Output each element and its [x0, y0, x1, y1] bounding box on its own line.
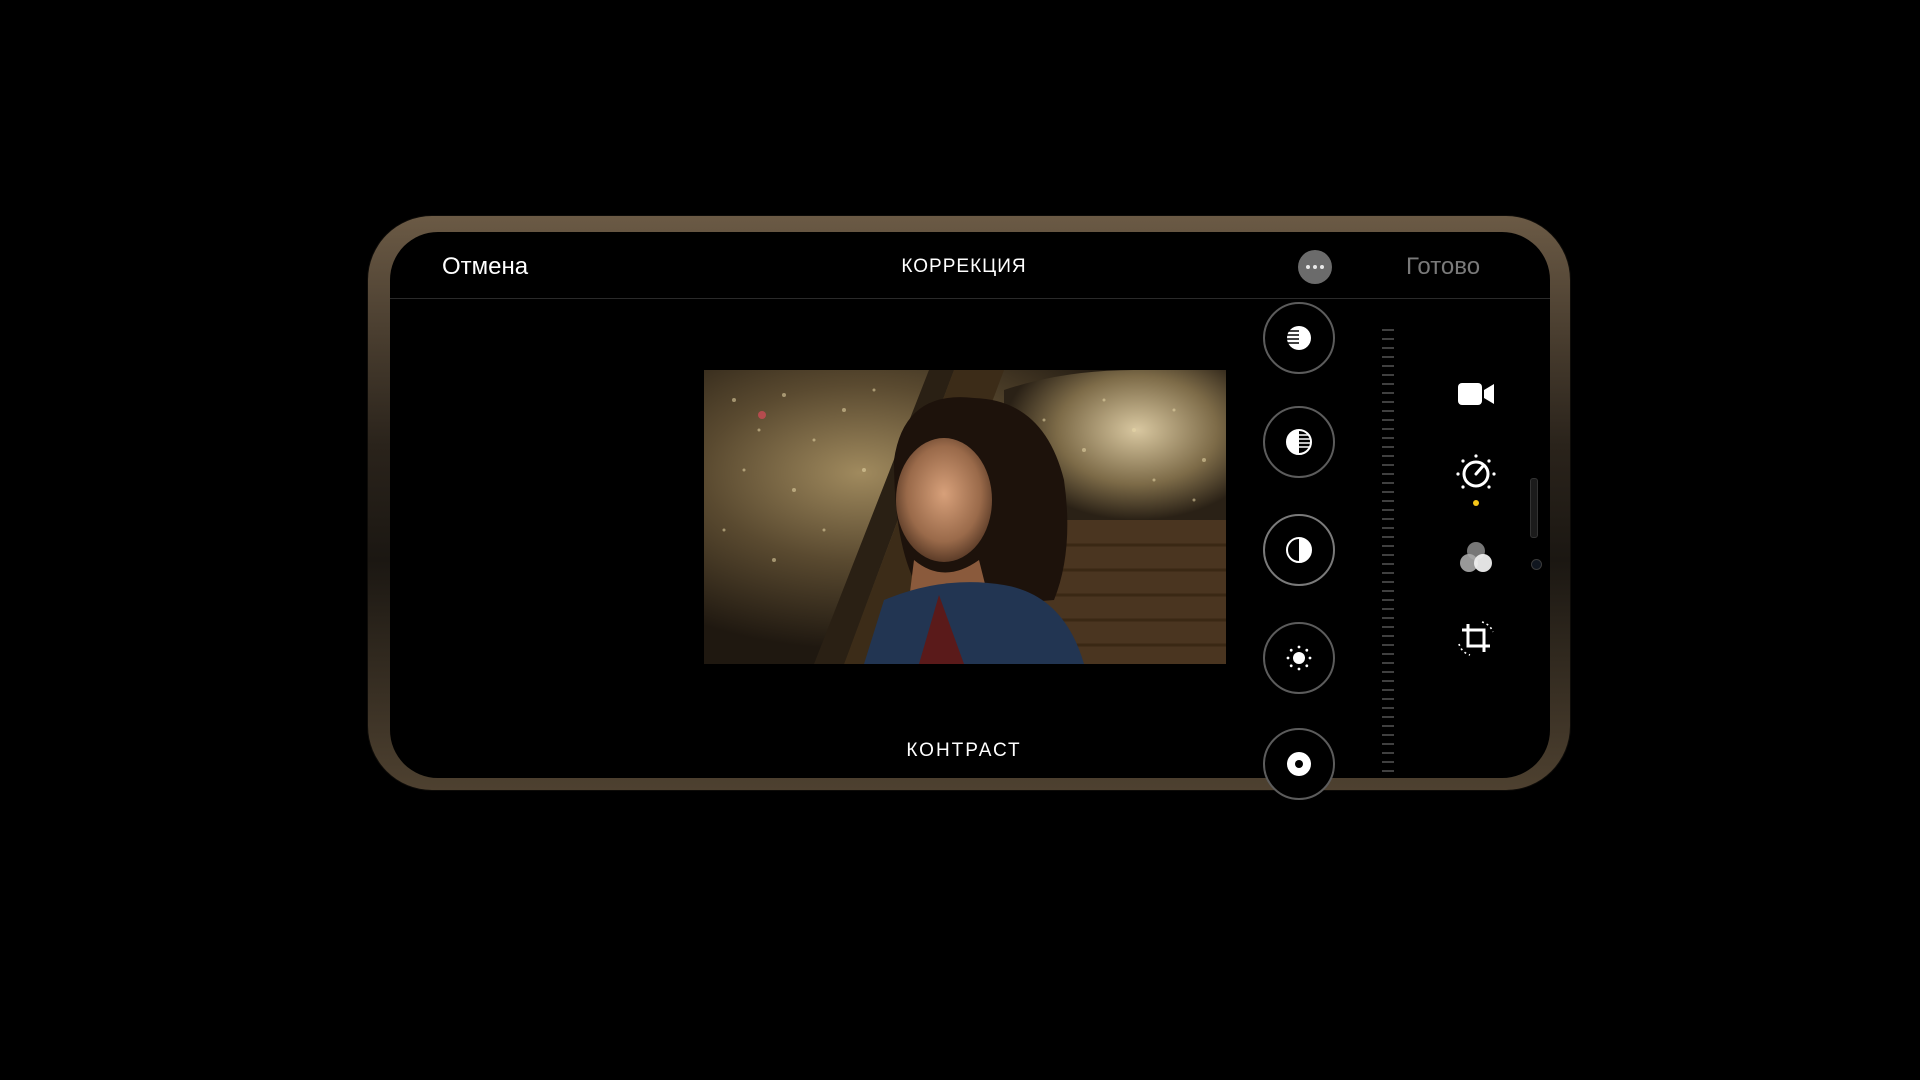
active-indicator-dot — [1473, 500, 1479, 506]
video-frame-image — [704, 370, 1226, 664]
more-options-button[interactable] — [1298, 250, 1332, 284]
video-camera-icon — [1458, 383, 1494, 405]
half-striped-circle-icon — [1286, 429, 1312, 455]
filters-tool-button[interactable] — [1454, 536, 1498, 580]
sun-icon — [1286, 645, 1312, 671]
contrast-icon — [1286, 537, 1312, 563]
adjust-dial-icon — [1456, 454, 1496, 489]
ellipsis-icon — [1306, 265, 1310, 269]
shadows-button[interactable] — [1263, 406, 1335, 478]
filters-icon — [1460, 542, 1492, 572]
cancel-button[interactable]: Отмена — [442, 253, 528, 281]
highlights-button[interactable] — [1263, 302, 1335, 374]
black-point-button[interactable] — [1263, 728, 1335, 800]
contrast-button[interactable] — [1263, 514, 1335, 586]
crop-tool-button[interactable] — [1454, 616, 1498, 660]
adjust-tool-button[interactable] — [1454, 452, 1498, 496]
front-camera — [1531, 559, 1542, 570]
adjustment-label: КОНТРАСТ — [906, 740, 1022, 761]
highlights-icon — [1287, 326, 1311, 350]
video-tool-button[interactable] — [1454, 372, 1498, 416]
dot-circle-icon — [1287, 752, 1311, 776]
done-button[interactable]: Готово — [1406, 253, 1480, 281]
page-title: КОРРЕКЦИЯ — [901, 256, 1027, 277]
video-preview[interactable] — [704, 370, 1226, 664]
adjustment-slider[interactable] — [1380, 326, 1396, 778]
phone-speaker — [1530, 478, 1538, 538]
brightness-button[interactable] — [1263, 622, 1335, 694]
crop-rotate-icon — [1458, 621, 1494, 656]
